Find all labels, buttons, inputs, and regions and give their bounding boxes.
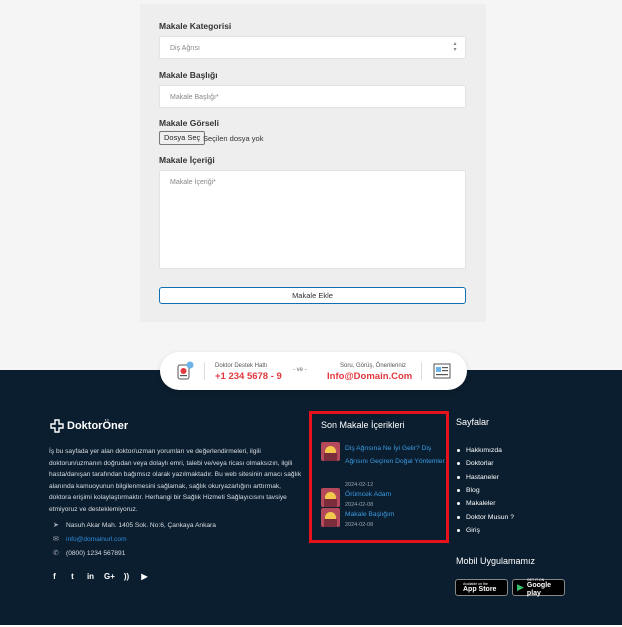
page-link[interactable]: Doktorlar bbox=[457, 457, 514, 470]
envelope-icon: ✉ bbox=[53, 536, 59, 543]
feedback-email[interactable]: Info@Domain.Com bbox=[327, 371, 412, 382]
phone-icon: ✆ bbox=[53, 550, 59, 557]
phone-row: ✆ (0800) 1234 567891 bbox=[53, 549, 126, 558]
phone-text: (0800) 1234 567891 bbox=[66, 549, 126, 557]
divider bbox=[421, 362, 422, 380]
article-thumbnail bbox=[321, 488, 340, 507]
youtube-icon[interactable]: ▶ bbox=[140, 572, 149, 581]
recent-articles: Son Makale İçerikleri Diş Ağrısına Ne İy… bbox=[309, 411, 449, 543]
facebook-icon[interactable]: f bbox=[50, 572, 59, 581]
page-link[interactable]: Blog bbox=[457, 484, 514, 497]
about-text: İş bu sayfada yer alan doktor/uzman yoru… bbox=[49, 448, 302, 513]
google-play-icon: ▶ bbox=[517, 582, 524, 592]
location-arrow-icon: ➤ bbox=[53, 522, 59, 529]
page-link[interactable]: Makaleler bbox=[457, 497, 514, 510]
feedback-label: Soru, Görüş, Önerileriniz bbox=[340, 363, 407, 369]
pages-title: Sayfalar bbox=[456, 417, 490, 427]
title-input[interactable]: Makale Başlığı* bbox=[159, 85, 466, 108]
article-title[interactable]: Örümcek Adam bbox=[345, 488, 445, 501]
pages-list: Hakkımızda Doktorlar Hastaneler Blog Mak… bbox=[457, 444, 514, 537]
contact-pill: Doktor Destek Hattı +1 234 5678 - 9 - ve… bbox=[160, 352, 467, 390]
category-value: Diş Ağrısı bbox=[170, 45, 200, 52]
category-label: Makale Kategorisi bbox=[159, 21, 232, 31]
googleplay-button[interactable]: ▶ GET IT ON Google play bbox=[512, 578, 565, 597]
article-form: Makale Kategorisi Diş Ağrısı ▴ ▾ Makale B… bbox=[140, 4, 486, 322]
article-title[interactable]: Makale Başlığım bbox=[345, 508, 445, 521]
email-link[interactable]: info@domainurl.com bbox=[66, 536, 127, 543]
page-link[interactable]: Giriş bbox=[457, 524, 514, 537]
article-thumbnail bbox=[321, 442, 340, 461]
appstore-big: App Store bbox=[463, 585, 497, 593]
category-select[interactable]: Diş Ağrısı ▴ ▾ bbox=[159, 36, 466, 59]
file-choose-button[interactable]: Dosya Seç bbox=[159, 131, 206, 145]
doctor-support-icon bbox=[177, 361, 194, 380]
page-link[interactable]: Doktor Musun ? bbox=[457, 510, 514, 523]
submit-button[interactable]: Makale Ekle bbox=[159, 287, 466, 304]
logo-icon bbox=[50, 419, 64, 433]
rss-icon[interactable]: )) bbox=[122, 572, 131, 581]
content-label: Makale İçeriği bbox=[159, 155, 215, 165]
google-plus-icon[interactable]: G+ bbox=[104, 572, 115, 581]
hotline-label: Doktor Destek Hattı bbox=[215, 363, 268, 369]
article-title[interactable]: Diş Ağrısına Ne İyi Gelir? Diş Ağrısını … bbox=[345, 442, 445, 468]
mail-icon bbox=[433, 363, 451, 379]
linkedin-icon[interactable]: in bbox=[86, 572, 95, 581]
appstore-button[interactable]: Available on the App Store bbox=[455, 579, 508, 596]
chevron-down-icon: ▴ ▾ bbox=[453, 41, 457, 53]
social-links: f t in G+ )) ▶ bbox=[50, 572, 149, 581]
googleplay-big: Google play bbox=[526, 581, 552, 597]
page-link[interactable]: Hakkımızda bbox=[457, 444, 514, 457]
content-placeholder: Makale İçeriği* bbox=[170, 179, 216, 186]
hotline-number[interactable]: +1 234 5678 - 9 bbox=[215, 371, 282, 382]
content-textarea[interactable]: Makale İçeriği* bbox=[159, 170, 466, 269]
address-text: Nasuh Akar Mah. 1405 Sok. No:6, Çankaya … bbox=[66, 521, 216, 529]
contact-separator: - ve - bbox=[293, 367, 307, 373]
twitter-icon[interactable]: t bbox=[68, 572, 77, 581]
title-placeholder: Makale Başlığı* bbox=[170, 94, 219, 101]
mobile-title: Mobil Uygulamamız bbox=[456, 556, 536, 566]
email-row[interactable]: ✉ info@domainurl.com bbox=[53, 535, 127, 544]
file-status: Seçilen dosya yok bbox=[203, 134, 264, 143]
divider bbox=[204, 362, 205, 380]
address-row: ➤ Nasuh Akar Mah. 1405 Sok. No:6, Çankay… bbox=[53, 521, 216, 530]
article-date: 2024-02-08 bbox=[345, 522, 374, 528]
page-link[interactable]: Hastaneler bbox=[457, 471, 514, 484]
logo-text: DoktorÖner bbox=[67, 420, 129, 432]
title-label: Makale Başlığı bbox=[159, 70, 218, 80]
image-label: Makale Görseli bbox=[159, 118, 220, 128]
footer-logo[interactable]: DoktorÖner bbox=[50, 418, 128, 434]
article-thumbnail bbox=[321, 508, 340, 527]
recent-title: Son Makale İçerikleri bbox=[321, 420, 405, 430]
